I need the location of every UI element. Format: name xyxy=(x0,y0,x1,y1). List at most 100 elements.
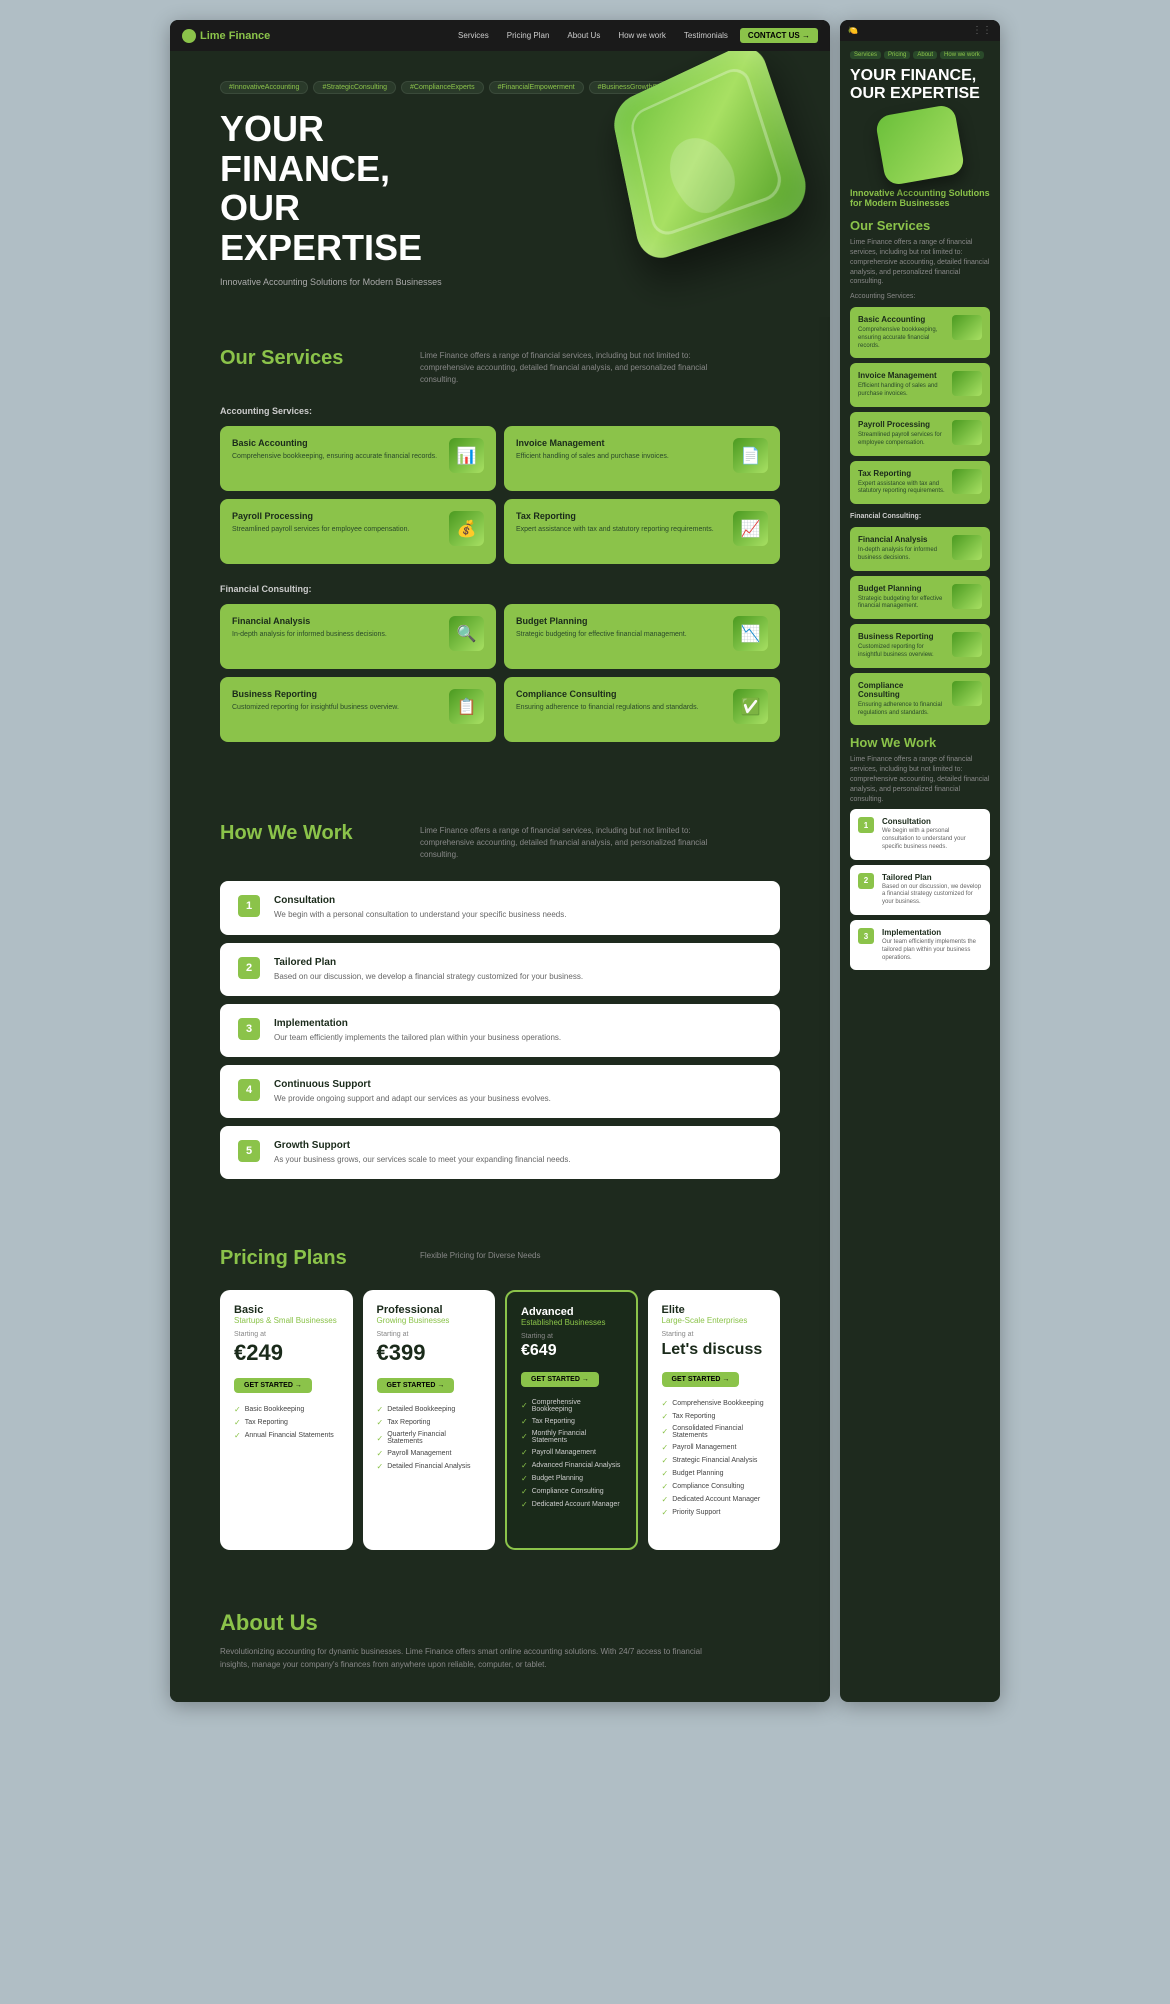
feature-e-3: ✓Consolidated Financial Statements xyxy=(662,1423,767,1441)
pricing-card-professional: Professional Growing Businesses Starting… xyxy=(363,1290,496,1550)
nav-how[interactable]: How we work xyxy=(612,29,672,42)
sidebar-nav-tags: Services Pricing About How we work xyxy=(850,51,990,59)
service-compliance-title: Compliance Consulting xyxy=(516,689,725,699)
feature-a-2: ✓Tax Reporting xyxy=(521,1415,622,1428)
nav-pricing[interactable]: Pricing Plan xyxy=(501,29,556,42)
sidebar-service-basic-icon xyxy=(952,315,982,340)
plan-basic-cta[interactable]: GET STARTED → xyxy=(234,1378,312,1393)
sidebar-service-basic-text: Basic Accounting Comprehensive bookkeepi… xyxy=(858,315,947,350)
step-3-desc: Our team efficiently implements the tail… xyxy=(274,1032,561,1043)
contact-button[interactable]: CONTACT US → xyxy=(740,28,818,43)
plan-adv-name: Advanced xyxy=(521,1306,622,1318)
service-budget-icon: 📉 xyxy=(733,616,768,651)
step-5-card: 5 Growth Support As your business grows,… xyxy=(220,1126,780,1179)
plan-pro-cta[interactable]: GET STARTED → xyxy=(377,1378,455,1393)
sidebar-service-budget-inner: Budget Planning Strategic budgeting for … xyxy=(858,584,982,612)
sidebar-logo: 🍋 xyxy=(848,26,858,35)
step-1-number: 1 xyxy=(238,895,260,917)
service-analysis-desc: In-depth analysis for informed business … xyxy=(232,630,441,640)
step-4-card: 4 Continuous Support We provide ongoing … xyxy=(220,1065,780,1118)
check-icon: ✓ xyxy=(377,1418,384,1427)
pricing-header: Pricing Plans Flexible Pricing for Diver… xyxy=(220,1247,780,1270)
step-4-number: 4 xyxy=(238,1079,260,1101)
service-card-tax: Tax Reporting Expert assistance with tax… xyxy=(504,499,780,564)
service-invoice-desc: Efficient handling of sales and purchase… xyxy=(516,452,725,462)
service-payroll-title: Payroll Processing xyxy=(232,511,441,521)
sidebar-service-budget-text: Budget Planning Strategic budgeting for … xyxy=(858,584,947,612)
service-tax-title: Tax Reporting xyxy=(516,511,725,521)
feature-a-5: ✓Advanced Financial Analysis xyxy=(521,1459,622,1472)
sidebar-menu-dots[interactable]: ⋮⋮ xyxy=(972,25,992,36)
pricing-card-basic: Basic Startups & Small Businesses Starti… xyxy=(220,1290,353,1550)
sidebar-step-3-content: Implementation Our team efficiently impl… xyxy=(882,928,982,962)
check-icon: ✓ xyxy=(234,1431,241,1440)
check-icon: ✓ xyxy=(521,1461,528,1470)
service-reporting-desc: Customized reporting for insightful busi… xyxy=(232,703,441,713)
feature-a-1: ✓Comprehensive Bookkeeping xyxy=(521,1397,622,1415)
feature-p-3: ✓Quarterly Financial Statements xyxy=(377,1429,482,1447)
check-icon: ✓ xyxy=(662,1508,669,1517)
sidebar-service-payroll: Payroll Processing Streamlined payroll s… xyxy=(850,412,990,456)
check-icon: ✓ xyxy=(521,1432,528,1441)
sidebar-service-invoice-inner: Invoice Management Efficient handling of… xyxy=(858,371,982,399)
nav-about[interactable]: About Us xyxy=(561,29,606,42)
feature-a-3: ✓Monthly Financial Statements xyxy=(521,1428,622,1446)
sidebar-service-basic-title: Basic Accounting xyxy=(858,315,947,324)
sidebar-tag-about[interactable]: About xyxy=(913,51,937,59)
check-icon: ✓ xyxy=(521,1401,528,1410)
right-sidebar: 🍋 ⋮⋮ Services Pricing About How we work … xyxy=(840,20,1000,1702)
sidebar-step-3-desc: Our team efficiently implements the tail… xyxy=(882,939,982,962)
sidebar-tag-how[interactable]: How we work xyxy=(940,51,984,59)
sidebar-tag-pricing[interactable]: Pricing xyxy=(884,51,910,59)
sidebar-service-analysis: Financial Analysis In-depth analysis for… xyxy=(850,527,990,571)
sidebar-step-1-num: 1 xyxy=(858,817,874,833)
feature-e-5: ✓Strategic Financial Analysis xyxy=(662,1454,767,1467)
plan-adv-cta[interactable]: GET STARTED → xyxy=(521,1372,599,1387)
browser-bar: Lime Finance Services Pricing Plan About… xyxy=(170,20,830,51)
service-tax-desc: Expert assistance with tax and statutory… xyxy=(516,525,725,535)
check-icon: ✓ xyxy=(521,1448,528,1457)
sidebar-tag-services[interactable]: Services xyxy=(850,51,881,59)
accounting-label: Accounting Services: xyxy=(220,406,780,416)
nav-services[interactable]: Services xyxy=(452,29,495,42)
service-basic-desc: Comprehensive bookkeeping, ensuring accu… xyxy=(232,452,441,462)
feature-p-5: ✓Detailed Financial Analysis xyxy=(377,1460,482,1473)
step-3-title: Implementation xyxy=(274,1018,561,1029)
sidebar-how-title: How We Work xyxy=(850,735,990,750)
check-icon: ✓ xyxy=(377,1462,384,1471)
plan-elite-type: Large-Scale Enterprises xyxy=(662,1316,767,1325)
step-3-number: 3 xyxy=(238,1018,260,1040)
main-browser: Lime Finance Services Pricing Plan About… xyxy=(170,20,830,1702)
services-header: Our Services Lime Finance offers a range… xyxy=(220,347,780,386)
sidebar-step-2-num: 2 xyxy=(858,873,874,889)
step-2-desc: Based on our discussion, we develop a fi… xyxy=(274,971,583,982)
feature-e-7: ✓Compliance Consulting xyxy=(662,1480,767,1493)
cube-icon xyxy=(610,51,815,265)
sidebar-step-2-desc: Based on our discussion, we develop a fi… xyxy=(882,884,982,907)
plan-elite-cta[interactable]: GET STARTED → xyxy=(662,1372,740,1387)
service-card-analysis: Financial Analysis In-depth analysis for… xyxy=(220,604,496,669)
service-compliance-content: Compliance Consulting Ensuring adherence… xyxy=(516,689,725,713)
sidebar-service-compliance: Compliance Consulting Ensuring adherence… xyxy=(850,673,990,726)
sidebar-step-3-title: Implementation xyxy=(882,928,982,937)
hero-title: YOUR FINANCE, OUR EXPERTISE xyxy=(220,109,520,267)
service-payroll-desc: Streamlined payroll services for employe… xyxy=(232,525,441,535)
sidebar-service-tax: Tax Reporting Expert assistance with tax… xyxy=(850,461,990,505)
feature-e-6: ✓Budget Planning xyxy=(662,1467,767,1480)
nav-testimonials[interactable]: Testimonials xyxy=(678,29,734,42)
sidebar-hero-title: YOUR FINANCE, OUR EXPERTISE xyxy=(850,67,990,102)
check-icon: ✓ xyxy=(521,1500,528,1509)
step-1-title: Consultation xyxy=(274,895,566,906)
plan-elite-name: Elite xyxy=(662,1304,767,1316)
service-card-basic-accounting: Basic Accounting Comprehensive bookkeepi… xyxy=(220,426,496,491)
sidebar-service-budget: Budget Planning Strategic budgeting for … xyxy=(850,576,990,620)
sidebar-service-payroll-icon xyxy=(952,420,982,445)
sidebar-how-desc: Lime Finance offers a range of financial… xyxy=(850,755,990,804)
sidebar-service-basic: Basic Accounting Comprehensive bookkeepi… xyxy=(850,307,990,358)
check-icon: ✓ xyxy=(662,1399,669,1408)
feature-e-9: ✓Priority Support xyxy=(662,1506,767,1519)
sidebar-step-2-content: Tailored Plan Based on our discussion, w… xyxy=(882,873,982,907)
sidebar-service-reporting-text: Business Reporting Customized reporting … xyxy=(858,632,947,660)
sidebar-service-tax-title: Tax Reporting xyxy=(858,469,947,478)
service-tax-content: Tax Reporting Expert assistance with tax… xyxy=(516,511,725,535)
